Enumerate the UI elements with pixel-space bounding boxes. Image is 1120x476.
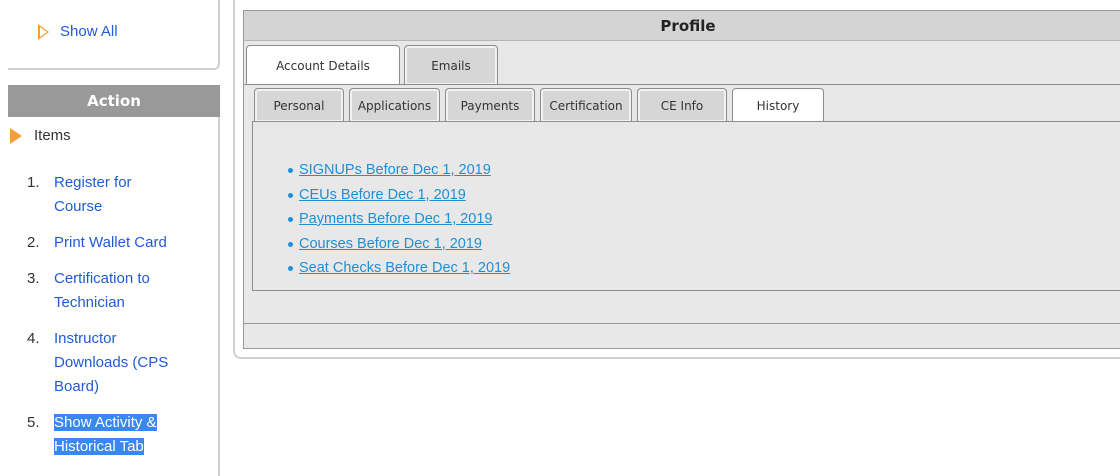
action-link[interactable]: Show Activity & Historical Tab [54, 414, 157, 455]
action-item-number: 2. [27, 234, 40, 251]
action-item-number: 3. [27, 270, 40, 287]
tab-certification[interactable]: Certification [540, 88, 632, 122]
action-item: 4. Instructor Downloads (CPS Board) [8, 327, 168, 399]
inner-tab-bar: Personal Applications Payments Certificatio… [244, 88, 1120, 122]
show-all-row[interactable]: Show All [38, 23, 118, 40]
action-item-number: 5. [27, 414, 40, 431]
history-list-item: Seat Checks Before Dec 1, 2019 [288, 256, 510, 281]
tab-ce-info[interactable]: CE Info [637, 88, 727, 122]
history-tab-content: SIGNUPs Before Dec 1, 2019 CEUs Before De… [252, 121, 1120, 291]
history-list-item: CEUs Before Dec 1, 2019 [288, 183, 510, 208]
history-link[interactable]: Seat Checks Before Dec 1, 2019 [299, 260, 510, 276]
action-link[interactable]: Print Wallet Card [54, 234, 167, 251]
profile-title: Profile [244, 11, 1120, 41]
history-link[interactable]: CEUs Before Dec 1, 2019 [299, 187, 466, 203]
triangle-solid-icon [10, 127, 22, 144]
action-link[interactable]: Register for Course [54, 174, 132, 215]
action-header: Action [8, 85, 220, 117]
action-item-number: 4. [27, 330, 40, 347]
history-list-item: Payments Before Dec 1, 2019 [288, 207, 510, 232]
history-list-item: SIGNUPs Before Dec 1, 2019 [288, 158, 510, 183]
tab-applications[interactable]: Applications [349, 88, 440, 122]
action-item: 5. Show Activity & Historical Tab [8, 411, 157, 459]
action-link[interactable]: Certification to Technician [54, 270, 150, 311]
triangle-outline-icon [38, 23, 49, 40]
tab-personal[interactable]: Personal [254, 88, 344, 122]
profile-panel: Profile Account Details Emails Personal Ap… [243, 10, 1120, 349]
action-item-number: 1. [27, 174, 40, 191]
history-list-item: Courses Before Dec 1, 2019 [288, 232, 510, 257]
action-panel: Items 1. Register for Course 2. Print Wallet… [8, 117, 220, 476]
outer-tab-bar: Account Details Emails [244, 45, 1120, 85]
action-item: 2. Print Wallet Card [8, 231, 167, 255]
show-all-panel: Show All [8, 0, 220, 70]
outer-tab-divider [244, 84, 1120, 85]
history-link[interactable]: Courses Before Dec 1, 2019 [299, 236, 482, 252]
action-link[interactable]: Instructor Downloads (CPS Board) [54, 330, 168, 395]
history-link[interactable]: Payments Before Dec 1, 2019 [299, 211, 492, 227]
tab-account-details[interactable]: Account Details [246, 45, 400, 85]
tab-payments[interactable]: Payments [445, 88, 535, 122]
items-row: Items [10, 127, 71, 144]
tab-history[interactable]: History [732, 88, 824, 122]
items-label: Items [34, 127, 71, 144]
history-link[interactable]: SIGNUPs Before Dec 1, 2019 [299, 162, 491, 178]
history-list: SIGNUPs Before Dec 1, 2019 CEUs Before De… [288, 158, 510, 281]
action-item: 3. Certification to Technician [8, 267, 150, 315]
action-item: 1. Register for Course [8, 171, 132, 219]
show-all-link[interactable]: Show All [60, 23, 118, 40]
tab-emails[interactable]: Emails [404, 45, 498, 85]
panel-footer-divider [244, 323, 1120, 324]
